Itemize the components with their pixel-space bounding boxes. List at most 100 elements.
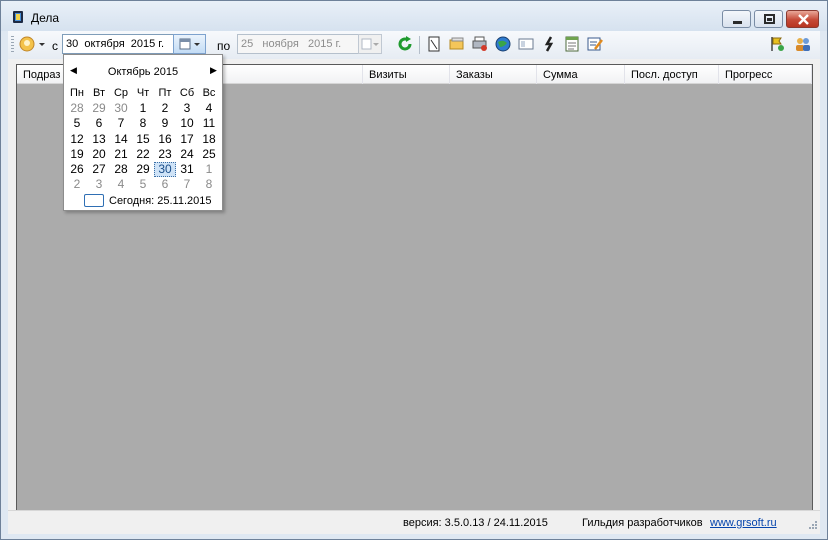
- date-to-input[interactable]: 25 ноября 2015 г.: [237, 34, 359, 54]
- calendar-day[interactable]: 15: [132, 132, 154, 147]
- calendar-day[interactable]: 13: [88, 132, 110, 147]
- calendar-day[interactable]: 7: [176, 177, 198, 192]
- calendar-day[interactable]: 6: [154, 177, 176, 192]
- flag-user-icon[interactable]: [768, 35, 786, 53]
- refresh-icon[interactable]: [396, 35, 414, 53]
- list-icon[interactable]: [563, 35, 581, 53]
- today-marker-icon[interactable]: [84, 194, 104, 207]
- calendar-day[interactable]: 4: [110, 177, 132, 192]
- calendar-day[interactable]: 16: [154, 132, 176, 147]
- folder-stack-icon[interactable]: [448, 35, 466, 53]
- calendar-day[interactable]: 25: [198, 147, 220, 162]
- calendar-day[interactable]: 10: [176, 116, 198, 131]
- week-row: 26 27 28 29 30 31 1: [66, 161, 220, 178]
- column-header-orders[interactable]: Заказы: [450, 65, 537, 84]
- calendar-day[interactable]: 31: [176, 162, 198, 177]
- toolbar-grip[interactable]: [11, 36, 14, 54]
- today-button[interactable]: Сегодня: 25.11.2015: [109, 195, 212, 207]
- date-from-dropdown-button[interactable]: [173, 34, 206, 54]
- date-from-label: с: [52, 39, 58, 53]
- column-header-visits[interactable]: Визиты: [363, 65, 450, 84]
- app-logo-icon: [13, 11, 23, 23]
- calendar-day[interactable]: 1: [198, 162, 220, 177]
- date-from-input[interactable]: 30 октября 2015 г.: [62, 34, 174, 54]
- calendar-popup: ◀ Октябрь 2015 ▶ Пн Вт Ср Чт Пт Сб Вс 28…: [63, 54, 223, 211]
- week-row: 19 20 21 22 23 24 25: [66, 147, 220, 162]
- window-title: Дела: [31, 11, 60, 25]
- calendar-month-title[interactable]: Октябрь 2015: [84, 66, 202, 78]
- calendar-day[interactable]: 3: [88, 177, 110, 192]
- restore-button[interactable]: [754, 10, 783, 28]
- calendar-day[interactable]: 21: [110, 147, 132, 162]
- week-row: 2 3 4 5 6 7 8: [66, 177, 220, 192]
- weekday-label: Вт: [92, 87, 105, 99]
- prev-month-button[interactable]: ◀: [70, 65, 77, 76]
- calendar-day[interactable]: 12: [66, 132, 88, 147]
- weekday-label: Сб: [179, 87, 195, 99]
- column-header-last-access[interactable]: Посл. доступ: [625, 65, 719, 84]
- link-chain-icon[interactable]: [540, 35, 558, 53]
- calendar-day[interactable]: 3: [176, 101, 198, 116]
- website-link[interactable]: www.grsoft.ru: [710, 517, 777, 529]
- next-month-button[interactable]: ▶: [210, 65, 217, 76]
- weekday-label: Ср: [113, 87, 129, 99]
- calendar-day[interactable]: 5: [66, 116, 88, 131]
- group-icon[interactable]: [794, 35, 812, 53]
- calendar-disabled-icon: [361, 38, 379, 50]
- calendar-day[interactable]: 8: [198, 177, 220, 192]
- printer-icon[interactable]: [471, 35, 489, 53]
- calendar-day-selected[interactable]: 30: [154, 161, 176, 178]
- calendar-day[interactable]: 27: [88, 162, 110, 177]
- weekday-label: Вс: [202, 87, 216, 99]
- minimize-button[interactable]: [722, 10, 751, 28]
- calendar-day[interactable]: 2: [66, 177, 88, 192]
- week-row: 28 29 30 1 2 3 4: [66, 101, 220, 116]
- calendar-grid: Пн Вт Ср Чт Пт Сб Вс 28 29 30 1 2 3 4 5 …: [66, 86, 220, 192]
- restore-icon: [764, 14, 775, 24]
- calendar-day[interactable]: 18: [198, 132, 220, 147]
- status-bar: версия: 3.5.0.13 / 24.11.2015 Гильдия ра…: [8, 510, 820, 534]
- calendar-day[interactable]: 28: [66, 101, 88, 116]
- document-icon[interactable]: [425, 35, 443, 53]
- calendar-day[interactable]: 23: [154, 147, 176, 162]
- calendar-day[interactable]: 5: [132, 177, 154, 192]
- calendar-day[interactable]: 2: [154, 101, 176, 116]
- calendar-day[interactable]: 29: [132, 162, 154, 177]
- calendar-day[interactable]: 11: [198, 116, 220, 131]
- date-to-dropdown-button[interactable]: [358, 34, 382, 54]
- calendar-icon: [179, 38, 200, 50]
- column-header-sum[interactable]: Сумма: [537, 65, 625, 84]
- resize-grip-icon[interactable]: [806, 520, 818, 532]
- close-icon: [798, 14, 809, 25]
- calendar-day[interactable]: 1: [132, 101, 154, 116]
- calendar-day[interactable]: 4: [198, 101, 220, 116]
- user-avatar-icon[interactable]: [18, 35, 36, 53]
- title-bar[interactable]: Дела: [1, 1, 827, 31]
- calendar-day[interactable]: 28: [110, 162, 132, 177]
- notes-edit-icon[interactable]: [586, 35, 604, 53]
- date-to-label: по: [217, 39, 231, 53]
- calendar-day[interactable]: 29: [88, 101, 110, 116]
- calendar-day[interactable]: 19: [66, 147, 88, 162]
- close-button[interactable]: [786, 10, 819, 28]
- weekday-label: Пт: [158, 87, 172, 99]
- card-icon[interactable]: [517, 35, 535, 53]
- minimize-icon: [733, 21, 742, 24]
- globe-icon[interactable]: [494, 35, 512, 53]
- calendar-day[interactable]: 17: [176, 132, 198, 147]
- calendar-day[interactable]: 8: [132, 116, 154, 131]
- calendar-day[interactable]: 30: [110, 101, 132, 116]
- column-header-progress[interactable]: Прогресс: [719, 65, 812, 84]
- weekday-row: Пн Вт Ср Чт Пт Сб Вс: [66, 86, 220, 101]
- chevron-down-icon[interactable]: [37, 35, 47, 53]
- guild-text: Гильдия разработчиков: [582, 517, 703, 529]
- calendar-day[interactable]: 9: [154, 116, 176, 131]
- calendar-day[interactable]: 7: [110, 116, 132, 131]
- weekday-label: Чт: [136, 87, 150, 99]
- calendar-day[interactable]: 26: [66, 162, 88, 177]
- calendar-day[interactable]: 6: [88, 116, 110, 131]
- calendar-day[interactable]: 22: [132, 147, 154, 162]
- calendar-day[interactable]: 14: [110, 132, 132, 147]
- calendar-day[interactable]: 24: [176, 147, 198, 162]
- calendar-day[interactable]: 20: [88, 147, 110, 162]
